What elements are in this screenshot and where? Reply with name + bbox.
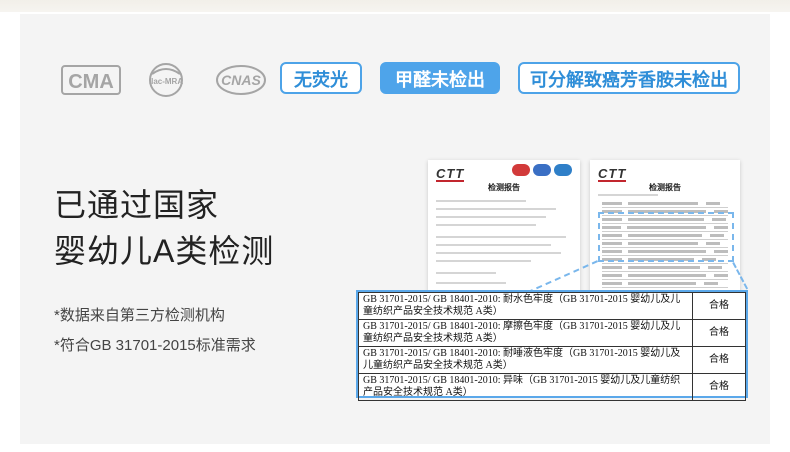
cma-logo-icon: CMA [61,65,121,95]
ilac-mra-logo: ilac-MRA [140,60,192,100]
report-brand: CTT [598,166,627,181]
headline-line-2: 婴幼儿A类检测 [54,233,275,269]
text-line [436,244,551,246]
cma-logo: CMA [60,60,122,100]
text-line [436,272,496,274]
results-item: GB 31701-2015/ GB 18401-2010: 摩擦色牢度（GB 3… [358,319,693,347]
text-line [598,194,658,196]
cma-logo-text: CMA [68,71,114,93]
results-row: GB 31701-2015/ GB 18401-2010: 耐唾液色牢度（GB … [358,346,746,374]
results-row: GB 31701-2015/ GB 18401-2010: 异味（GB 3170… [358,373,746,401]
note-standard: *符合GB 31701-2015标准需求 [54,337,256,354]
text-line [436,224,536,226]
results-item: GB 31701-2015/ GB 18401-2010: 耐唾液色牢度（GB … [358,346,693,374]
headline-line-1: 已通过国家 [54,187,220,223]
mini-ilac-icon [533,164,551,176]
mini-row [602,264,728,272]
results-table: GB 31701-2015/ GB 18401-2010: 耐水色牢度（GB 3… [358,292,746,401]
results-zoom-table: GB 31701-2015/ GB 18401-2010: 耐水色牢度（GB 3… [356,290,748,401]
mini-cma-icon [512,164,530,176]
results-verdict: 合格 [692,373,746,401]
results-row: GB 31701-2015/ GB 18401-2010: 耐水色牢度（GB 3… [358,292,746,320]
results-item: GB 31701-2015/ GB 18401-2010: 耐水色牢度（GB 3… [358,292,693,320]
ilac-mra-logo-icon: ilac-MRA [149,63,183,97]
report-title: 检测报告 [649,183,681,192]
tag-no-formaldehyde: 甲醛未检出 [380,62,500,94]
report-cert-logos [512,164,572,176]
text-line [436,200,526,202]
results-verdict: 合格 [692,292,746,320]
tag-no-fluorescent: 无荧光 [280,62,362,94]
cnas-logo-text: CNAS [221,72,261,88]
headline: 已通过国家 婴幼儿A类检测 [54,182,314,274]
bottom-strip [0,444,790,452]
results-item: GB 31701-2015/ GB 18401-2010: 异味（GB 3170… [358,373,693,401]
report-brand: CTT [436,166,465,181]
results-row: GB 31701-2015/ GB 18401-2010: 摩擦色牢度（GB 3… [358,319,746,347]
mini-cnas-icon [554,164,572,176]
top-strip [0,0,790,12]
report-title: 检测报告 [488,183,520,192]
text-line [436,252,561,254]
text-line [436,236,566,238]
text-line [436,260,531,262]
note-data-source: *数据来自第三方检测机构 [54,307,225,324]
tag-no-aromatic-amine: 可分解致癌芳香胺未检出 [518,62,740,94]
report-sheet-1: CTT 检测报告 [428,160,580,310]
results-verdict: 合格 [692,319,746,347]
highlight-box [598,212,734,262]
mini-row [602,280,728,288]
text-line [436,208,556,210]
text-line [436,216,546,218]
mini-row [602,272,728,280]
cnas-logo-icon: CNAS [216,65,266,95]
cnas-logo: CNAS [214,60,268,100]
results-verdict: 合格 [692,346,746,374]
ilac-mra-logo-text: ilac-MRA [149,77,183,86]
mini-row [602,200,728,208]
text-line [436,282,506,284]
